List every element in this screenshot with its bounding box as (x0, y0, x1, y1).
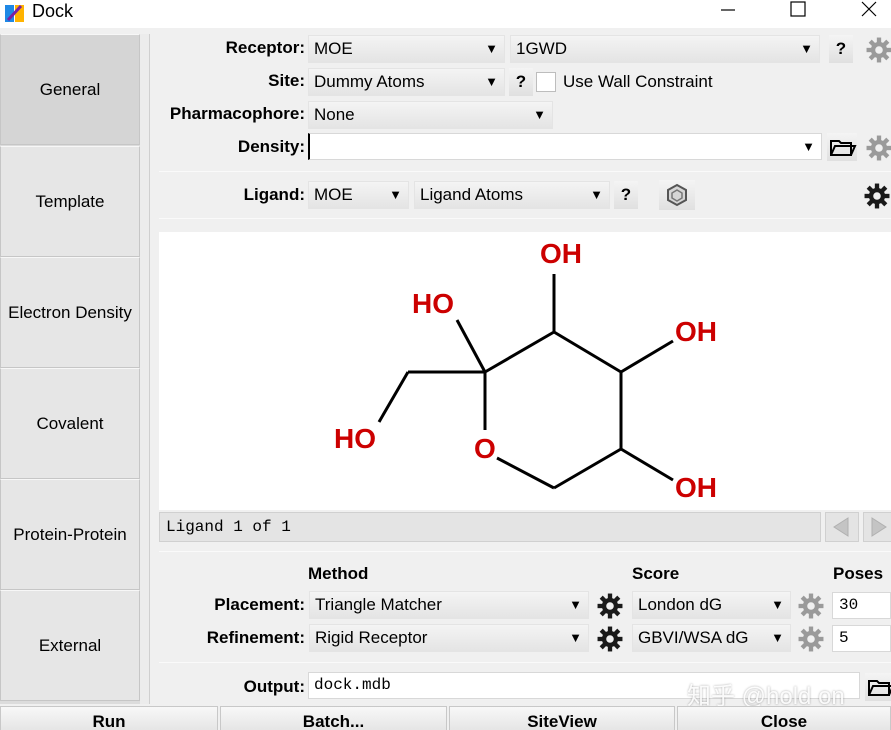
tab-protein-protein[interactable]: Protein-Protein (0, 479, 140, 590)
placement-poses-input[interactable]: 30 (832, 592, 891, 619)
pharmacophore-select[interactable]: None ▼ (308, 101, 553, 129)
chevron-down-icon: ▼ (590, 187, 603, 202)
triangle-right-icon (871, 517, 887, 537)
siteview-button[interactable]: SiteView (449, 706, 675, 730)
receptor-source-select[interactable]: MOE ▼ (308, 35, 505, 63)
chevron-down-icon: ▼ (389, 187, 402, 202)
placement-method-select[interactable]: Triangle Matcher ▼ (309, 591, 589, 619)
density-folder-icon[interactable] (827, 133, 857, 161)
score-header: Score (632, 564, 680, 583)
tab-template[interactable]: Template (0, 146, 140, 257)
receptor-gear-icon[interactable] (866, 37, 891, 63)
receptor-label: Receptor: (225, 38, 305, 57)
dock-window: Dock General Template Electron Density C… (0, 0, 891, 730)
receptor-help-button[interactable]: ? (829, 35, 853, 63)
atom-label: OH (540, 238, 582, 269)
ligand-gear-icon[interactable] (864, 183, 890, 209)
divider (159, 218, 891, 219)
placement-score-select[interactable]: London dG ▼ (632, 591, 791, 619)
poses-header: Poses (833, 564, 884, 583)
close-button[interactable]: Close (677, 706, 891, 730)
ligand-atoms-select[interactable]: Ligand Atoms ▼ (414, 181, 610, 209)
density-label: Density: (237, 137, 305, 156)
atom-label: HO (334, 423, 376, 454)
method-header: Method (308, 564, 369, 583)
tab-electron-density[interactable]: Electron Density (0, 257, 140, 368)
divider (159, 171, 891, 172)
placement-score-gear-icon[interactable] (798, 593, 824, 619)
refinement-poses-input[interactable]: 5 (832, 625, 891, 652)
sidebar: General Template Electron Density Covale… (0, 34, 140, 704)
refinement-score-gear-icon[interactable] (798, 626, 824, 652)
hexagon-icon (667, 183, 687, 207)
refinement-score-select[interactable]: GBVI/WSA dG ▼ (632, 624, 791, 652)
site-label: Site: (268, 71, 305, 90)
atom-label: OH (675, 472, 717, 503)
tab-covalent[interactable]: Covalent (0, 368, 140, 479)
ligand-source-select[interactable]: MOE ▼ (308, 181, 409, 209)
chevron-down-icon: ▼ (800, 41, 813, 56)
atom-label: OH (675, 316, 717, 347)
chevron-down-icon[interactable]: ▼ (802, 134, 815, 159)
wall-constraint-label: Use Wall Constraint (563, 72, 713, 91)
placement-gear-icon[interactable] (597, 593, 623, 619)
site-select[interactable]: Dummy Atoms ▼ (308, 68, 505, 96)
close-icon[interactable] (846, 0, 890, 22)
output-label: Output: (243, 677, 305, 696)
divider (159, 662, 891, 663)
chevron-down-icon: ▼ (569, 630, 582, 645)
placement-label: Placement: (214, 595, 305, 614)
output-folder-icon[interactable] (865, 673, 891, 701)
window-title: Dock (32, 1, 74, 21)
next-ligand-button[interactable] (863, 512, 891, 542)
wall-constraint-checkbox[interactable] (536, 72, 556, 92)
refinement-label: Refinement: (206, 628, 305, 647)
receptor-name-select[interactable]: 1GWD ▼ (510, 35, 820, 63)
ligand-molecule-button[interactable] (659, 180, 695, 210)
title-bar: Dock (0, 0, 891, 28)
chevron-down-icon: ▼ (533, 107, 546, 122)
site-help-button[interactable]: ? (509, 68, 533, 96)
ligand-help-button[interactable]: ? (614, 181, 638, 209)
tab-external[interactable]: External (0, 590, 140, 701)
ligand-label: Ligand: (243, 185, 305, 204)
maximize-icon[interactable] (776, 0, 820, 22)
prev-ligand-button[interactable] (825, 512, 859, 542)
atom-label: HO (412, 288, 454, 319)
atom-label: O (474, 433, 496, 464)
batch-button[interactable]: Batch... (220, 706, 447, 730)
density-gear-icon[interactable] (866, 135, 891, 161)
density-input[interactable]: ▼ (308, 133, 822, 160)
chevron-down-icon: ▼ (771, 630, 784, 645)
sidebar-splitter[interactable] (140, 34, 150, 704)
refinement-method-select[interactable]: Rigid Receptor ▼ (309, 624, 589, 652)
chevron-down-icon: ▼ (485, 41, 498, 56)
bottom-button-bar: Run Batch... SiteView Close (0, 706, 891, 730)
chevron-down-icon: ▼ (485, 74, 498, 89)
divider (159, 551, 891, 552)
molecule-diagram: OH HO OH HO O OH (334, 238, 717, 503)
run-button[interactable]: Run (0, 706, 218, 730)
pharmacophore-label: Pharmacophore: (169, 104, 305, 123)
chevron-down-icon: ▼ (569, 597, 582, 612)
triangle-left-icon (833, 517, 849, 537)
refinement-gear-icon[interactable] (597, 626, 623, 652)
main-panel: Receptor: MOE ▼ 1GWD ▼ ? Site: Dummy Atoms… (151, 34, 891, 704)
tab-general[interactable]: General (0, 34, 140, 145)
chevron-down-icon: ▼ (771, 597, 784, 612)
ligand-structure-view[interactable]: OH HO OH HO O OH (159, 232, 891, 510)
app-icon (5, 4, 24, 22)
ligand-status: Ligand 1 of 1 (159, 512, 821, 542)
minimize-icon[interactable] (705, 0, 749, 22)
